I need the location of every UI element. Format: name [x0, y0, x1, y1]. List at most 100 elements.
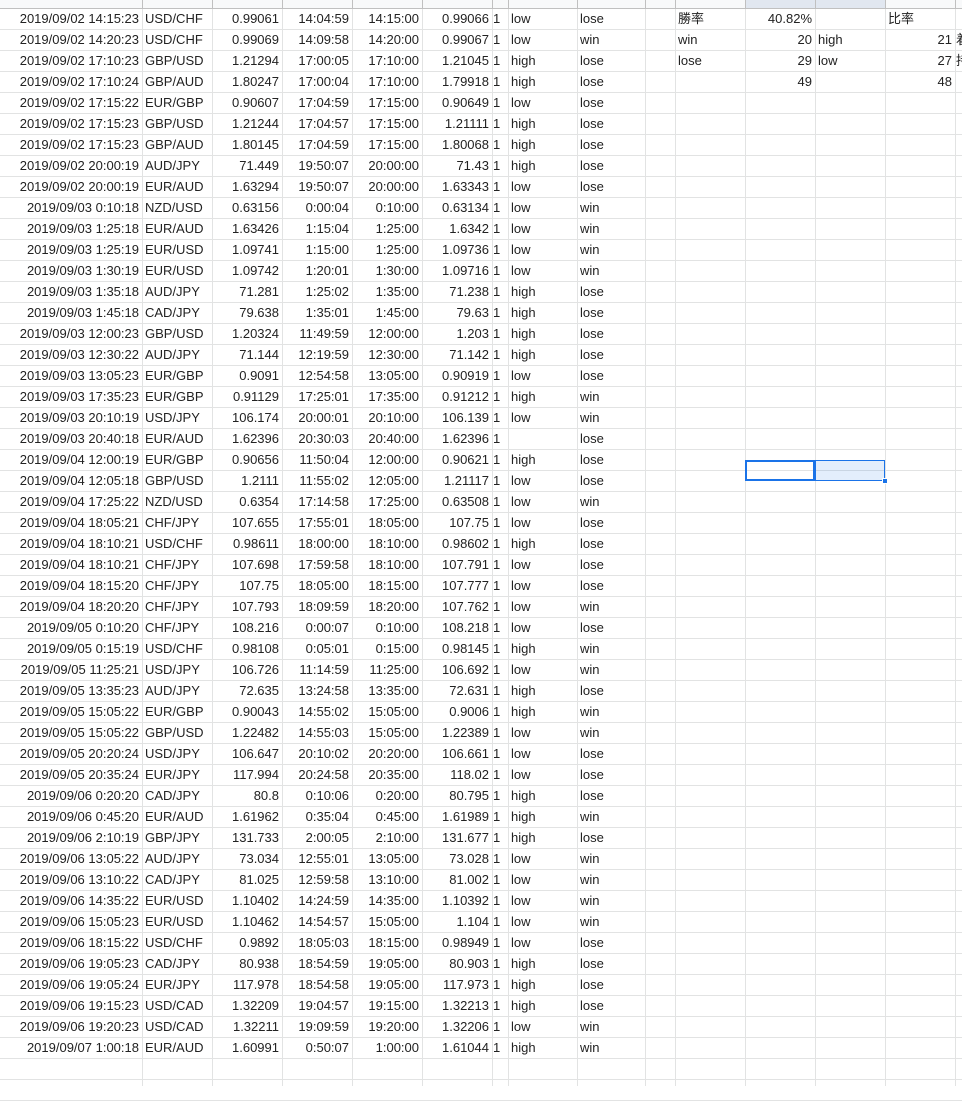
entry-rate-cell[interactable]: 1.09741 [212, 239, 282, 260]
entry-datetime-cell[interactable]: 2019/09/02 17:10:24 [0, 71, 142, 92]
pair-cell[interactable]: CAD/JPY [142, 869, 212, 890]
start-time-cell[interactable]: 14:24:59 [282, 890, 352, 911]
entry-rate-cell[interactable]: 0.6354 [212, 491, 282, 512]
direction-cell[interactable]: low [508, 722, 577, 743]
pair-cell[interactable]: NZD/USD [142, 491, 212, 512]
pair-cell[interactable]: CHF/JPY [142, 554, 212, 575]
start-time-cell[interactable]: 17:55:01 [282, 512, 352, 533]
start-time-cell[interactable]: 0:00:04 [282, 197, 352, 218]
entry-datetime-cell[interactable]: 2019/09/06 2:10:19 [0, 827, 142, 848]
start-time-cell[interactable]: 14:54:57 [282, 911, 352, 932]
entry-datetime-cell[interactable]: 2019/09/04 18:10:21 [0, 533, 142, 554]
exit-rate-cell[interactable]: 1.09716 [422, 260, 492, 281]
direction-cell[interactable]: low [508, 239, 577, 260]
direction-cell[interactable]: low [508, 869, 577, 890]
entry-datetime-cell[interactable]: 2019/09/06 19:05:23 [0, 953, 142, 974]
result-cell[interactable]: win [577, 491, 645, 512]
lose-count[interactable]: 29 [745, 50, 815, 71]
pair-cell[interactable]: EUR/GBP [142, 92, 212, 113]
result-cell[interactable]: win [577, 197, 645, 218]
clipped-cell[interactable]: 1 [492, 239, 508, 260]
exit-rate-cell[interactable]: 71.142 [422, 344, 492, 365]
start-time-cell[interactable]: 17:25:01 [282, 386, 352, 407]
entry-datetime-cell[interactable]: 2019/09/03 12:30:22 [0, 344, 142, 365]
exit-rate-cell[interactable]: 72.631 [422, 680, 492, 701]
direction-cell[interactable]: low [508, 911, 577, 932]
exit-rate-cell[interactable]: 71.43 [422, 155, 492, 176]
pair-cell[interactable]: USD/CHF [142, 8, 212, 29]
clipped-cell[interactable]: 1 [492, 617, 508, 638]
entry-datetime-cell[interactable]: 2019/09/04 18:15:20 [0, 575, 142, 596]
entry-datetime-cell[interactable]: 2019/09/03 1:25:19 [0, 239, 142, 260]
start-time-cell[interactable]: 20:10:02 [282, 743, 352, 764]
clipped-cell[interactable]: 1 [492, 50, 508, 71]
column-header-separator[interactable] [492, 0, 493, 8]
exit-rate-cell[interactable]: 0.90919 [422, 365, 492, 386]
pair-cell[interactable]: GBP/USD [142, 470, 212, 491]
end-time-cell[interactable]: 1:35:00 [352, 281, 422, 302]
result-cell[interactable]: win [577, 386, 645, 407]
result-cell[interactable]: lose [577, 113, 645, 134]
entry-datetime-cell[interactable]: 2019/09/03 1:35:18 [0, 281, 142, 302]
exit-rate-cell[interactable]: 1.61989 [422, 806, 492, 827]
pair-cell[interactable]: GBP/USD [142, 113, 212, 134]
result-cell[interactable]: lose [577, 533, 645, 554]
direction-cell[interactable]: high [508, 680, 577, 701]
clipped-cell[interactable]: 1 [492, 386, 508, 407]
exit-rate-cell[interactable]: 0.99067 [422, 29, 492, 50]
total-count[interactable]: 49 [745, 71, 815, 92]
end-time-cell[interactable]: 2:10:00 [352, 827, 422, 848]
exit-rate-cell[interactable]: 0.90621 [422, 449, 492, 470]
start-time-cell[interactable]: 14:09:58 [282, 29, 352, 50]
end-time-cell[interactable]: 18:10:00 [352, 533, 422, 554]
end-time-cell[interactable]: 18:10:00 [352, 554, 422, 575]
result-cell[interactable]: lose [577, 344, 645, 365]
high-label[interactable]: high [815, 29, 885, 50]
pair-cell[interactable]: AUD/JPY [142, 281, 212, 302]
clipped-cell[interactable]: 1 [492, 323, 508, 344]
entry-rate-cell[interactable]: 107.698 [212, 554, 282, 575]
entry-rate-cell[interactable]: 79.638 [212, 302, 282, 323]
direction-cell[interactable]: high [508, 533, 577, 554]
direction-cell[interactable]: low [508, 596, 577, 617]
win-rate-value[interactable]: 40.82% [745, 8, 815, 29]
start-time-cell[interactable]: 19:04:57 [282, 995, 352, 1016]
end-time-cell[interactable]: 13:05:00 [352, 848, 422, 869]
start-time-cell[interactable]: 1:15:00 [282, 239, 352, 260]
entry-rate-cell[interactable]: 1.63426 [212, 218, 282, 239]
start-time-cell[interactable]: 2:00:05 [282, 827, 352, 848]
result-cell[interactable]: win [577, 596, 645, 617]
entry-datetime-cell[interactable]: 2019/09/03 0:10:18 [0, 197, 142, 218]
direction-cell[interactable]: high [508, 701, 577, 722]
start-time-cell[interactable]: 20:30:03 [282, 428, 352, 449]
direction-cell[interactable]: high [508, 449, 577, 470]
direction-cell[interactable]: high [508, 974, 577, 995]
pair-cell[interactable]: USD/JPY [142, 407, 212, 428]
start-time-cell[interactable]: 19:09:59 [282, 1016, 352, 1037]
entry-rate-cell[interactable]: 1.20324 [212, 323, 282, 344]
entry-datetime-cell[interactable]: 2019/09/07 1:00:18 [0, 1037, 142, 1058]
entry-datetime-cell[interactable]: 2019/09/02 17:15:23 [0, 113, 142, 134]
entry-rate-cell[interactable]: 0.90043 [212, 701, 282, 722]
result-cell[interactable]: win [577, 239, 645, 260]
direction-cell[interactable]: high [508, 806, 577, 827]
clipped-cell[interactable]: 1 [492, 869, 508, 890]
exit-rate-cell[interactable]: 106.692 [422, 659, 492, 680]
entry-datetime-cell[interactable]: 2019/09/06 19:05:24 [0, 974, 142, 995]
result-cell[interactable]: win [577, 29, 645, 50]
clipped-cell[interactable]: 1 [492, 806, 508, 827]
end-time-cell[interactable]: 1:45:00 [352, 302, 422, 323]
clipped-cell[interactable]: 1 [492, 8, 508, 29]
end-time-cell[interactable]: 17:35:00 [352, 386, 422, 407]
exit-rate-cell[interactable]: 0.63134 [422, 197, 492, 218]
result-cell[interactable]: lose [577, 176, 645, 197]
direction-cell[interactable]: high [508, 995, 577, 1016]
end-time-cell[interactable]: 13:05:00 [352, 365, 422, 386]
cell-selection[interactable] [745, 460, 888, 484]
result-cell[interactable]: win [577, 869, 645, 890]
direction-cell[interactable]: high [508, 953, 577, 974]
end-time-cell[interactable]: 20:40:00 [352, 428, 422, 449]
result-cell[interactable]: lose [577, 365, 645, 386]
pair-cell[interactable]: USD/CHF [142, 932, 212, 953]
start-time-cell[interactable]: 11:49:59 [282, 323, 352, 344]
